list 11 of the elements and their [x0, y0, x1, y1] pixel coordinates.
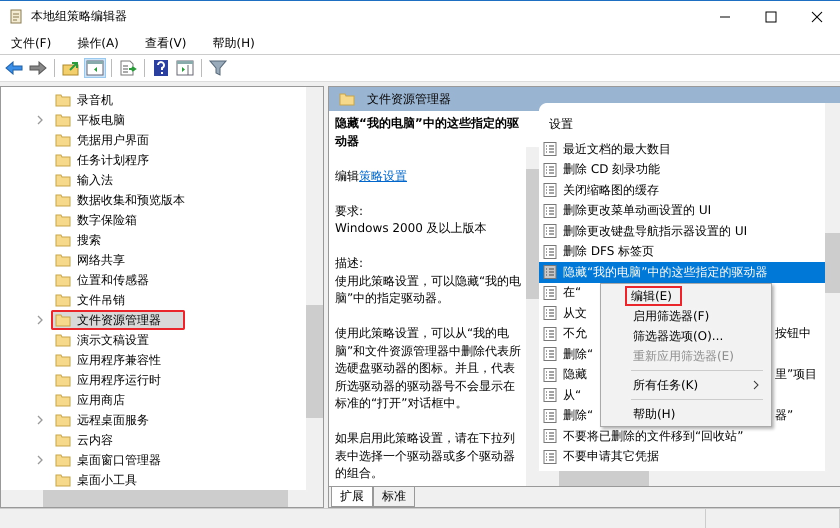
description-text: 要求: [335, 202, 364, 220]
window-title: 本地组策略编辑器 [31, 8, 127, 25]
edit-label: 编辑 [335, 168, 359, 182]
pane-title: 文件资源管理器 [367, 90, 451, 108]
policy-title: 隐藏“我的电脑”中的这些指定的驱动器 [335, 115, 520, 150]
description-text: 如果启用此策略设置，请在下拉列表中选择一个驱动器或多个驱动器的组合。 [335, 430, 516, 482]
description-text: 使用此策略设置，可以从“我的电脑”和文件资源管理器中删除代表所选硬盘驱动器的图标。并且，代表所选驱动器的驱动器号不会显示在标准的“打开”对话框中。 [335, 325, 522, 412]
description-text: 使用此策略设置，可以隐藏“我的电脑”中的指定驱动器。 [335, 272, 522, 307]
description-text: 描述: [335, 255, 364, 272]
description-text: Windows 2000 及以上版本 [335, 220, 488, 237]
column-header: 设置 [548, 116, 574, 132]
